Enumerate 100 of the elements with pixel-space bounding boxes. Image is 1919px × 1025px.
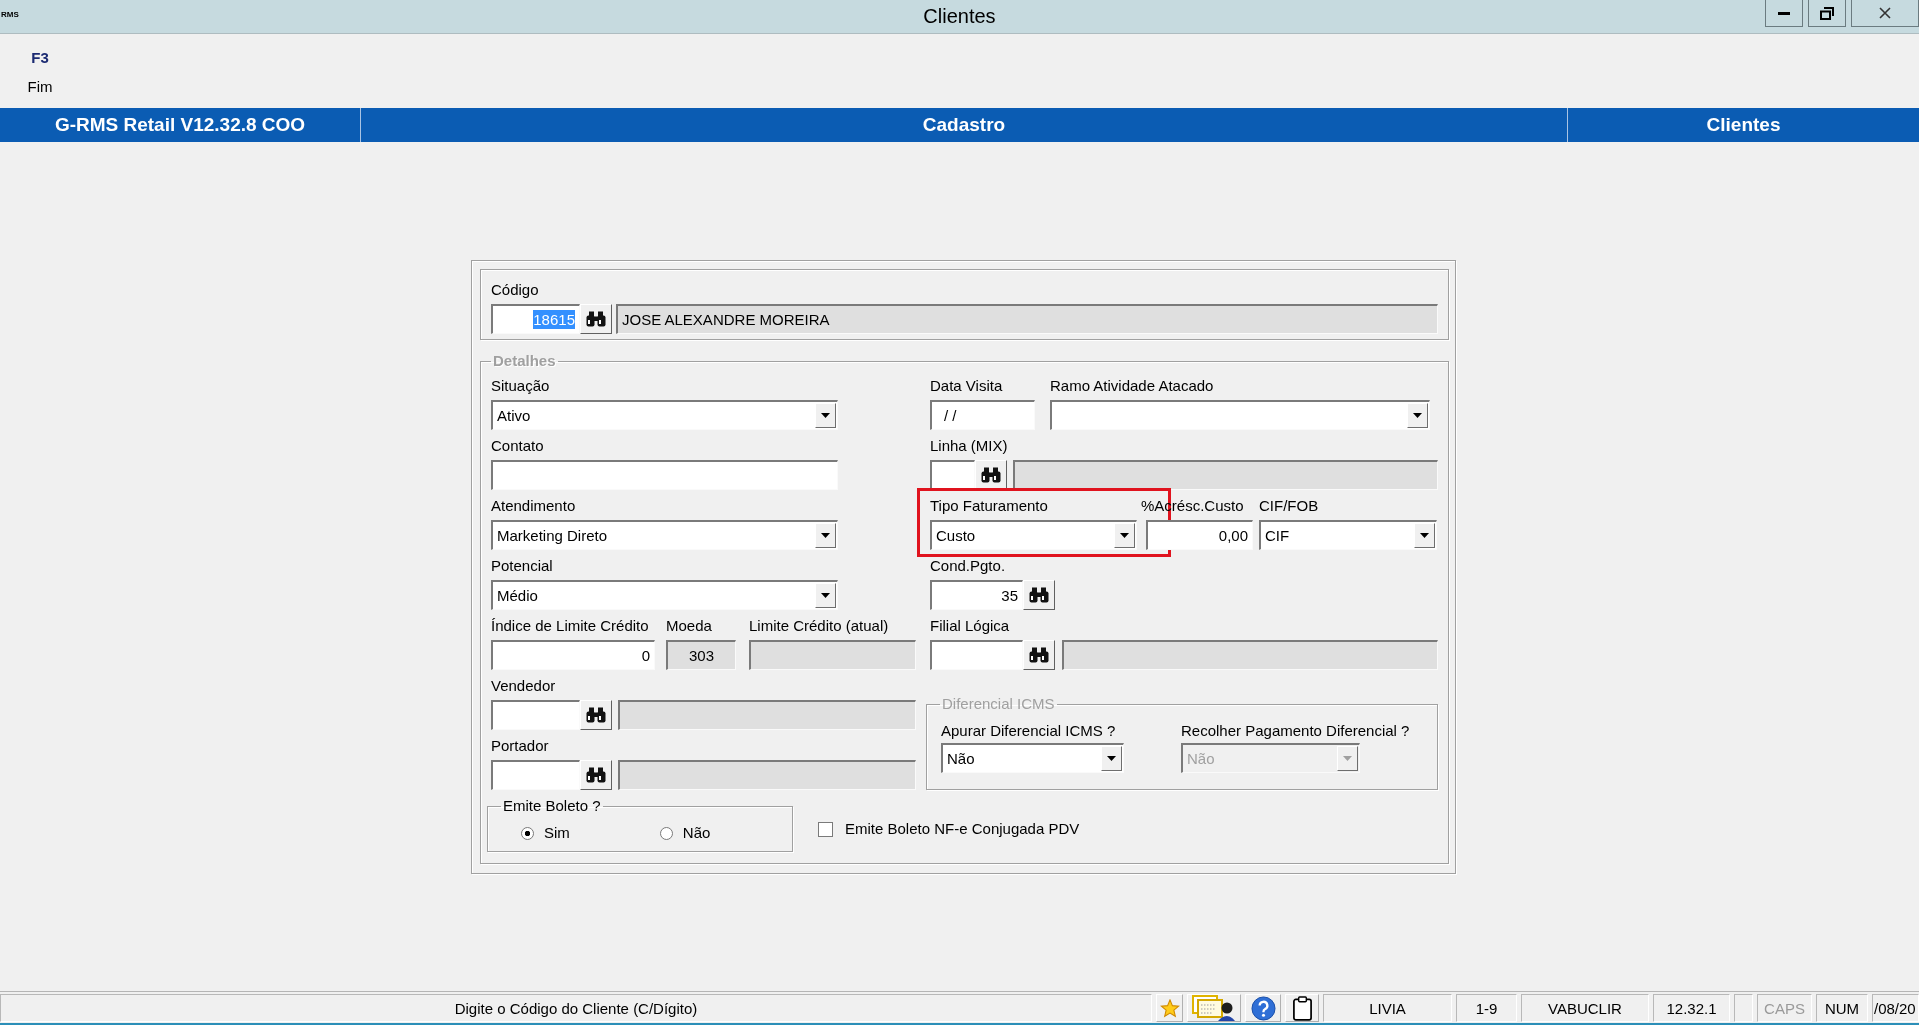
field-label: Apurar Diferencial ICMS ? bbox=[941, 722, 1116, 740]
code-field[interactable] bbox=[491, 700, 580, 730]
close-button[interactable] bbox=[1851, 0, 1919, 27]
field-label: Cond.Pgto. bbox=[930, 557, 1006, 575]
caret-icon bbox=[1120, 533, 1129, 538]
binoculars-icon bbox=[981, 467, 1001, 483]
key-indicator: NUM bbox=[1824, 999, 1860, 1017]
field-label: Linha (MIX) bbox=[930, 437, 1008, 455]
dropdown-button[interactable] bbox=[1414, 523, 1435, 548]
text-field[interactable]: / / bbox=[930, 400, 1035, 430]
dropdown-button[interactable] bbox=[815, 403, 836, 428]
radio-button[interactable] bbox=[521, 826, 534, 840]
status-text: LIVIA bbox=[1369, 999, 1406, 1017]
minimize-button[interactable] bbox=[1765, 0, 1803, 27]
radio-button[interactable] bbox=[659, 826, 673, 840]
group-title: Diferencial ICMS bbox=[941, 695, 1056, 713]
function-key-button[interactable]: F3 Fim bbox=[20, 49, 60, 108]
caret-icon bbox=[1413, 413, 1422, 418]
status-text: VABUCLIR bbox=[1548, 999, 1622, 1017]
key-indicator: CAPS bbox=[1764, 999, 1805, 1017]
code-field[interactable] bbox=[930, 460, 975, 490]
restore-icon bbox=[1820, 6, 1834, 20]
dropdown-button[interactable] bbox=[815, 583, 836, 608]
clipboard-button[interactable] bbox=[1285, 994, 1319, 1022]
binoculars-icon bbox=[586, 707, 606, 723]
field-label: Situação bbox=[491, 377, 550, 395]
module-name: Cadastro bbox=[922, 114, 1006, 136]
field-label: Limite Crédito (atual) bbox=[749, 617, 889, 635]
help-button[interactable] bbox=[1245, 994, 1281, 1022]
binoculars-icon bbox=[586, 767, 606, 783]
favorites-button[interactable] bbox=[1156, 994, 1183, 1022]
search-button[interactable] bbox=[975, 460, 1007, 490]
search-button[interactable] bbox=[580, 700, 612, 730]
field-label: Índice de Limite Crédito bbox=[491, 617, 649, 635]
field-label: Moeda bbox=[666, 617, 712, 635]
status-message: Digite o Código do Cliente (C/Dígito) bbox=[454, 999, 698, 1017]
restore-button[interactable] bbox=[1808, 0, 1846, 27]
search-button[interactable] bbox=[580, 760, 612, 790]
caret-icon bbox=[821, 593, 830, 598]
dropdown[interactable]: Não bbox=[941, 743, 1124, 773]
caret-icon bbox=[1107, 756, 1116, 761]
dropdown[interactable] bbox=[1050, 400, 1430, 430]
field-label: Contato bbox=[491, 437, 544, 455]
close-icon bbox=[1879, 7, 1891, 19]
number-field[interactable]: 0,00 bbox=[1146, 520, 1253, 550]
field-label: Código bbox=[491, 281, 539, 299]
field-label: Data Visita bbox=[930, 377, 1003, 395]
dropdown[interactable]: Ativo bbox=[491, 400, 838, 430]
radio-option[interactable]: Não bbox=[659, 824, 711, 842]
binoculars-icon bbox=[1029, 587, 1049, 603]
field-label: Portador bbox=[491, 737, 549, 755]
dropdown[interactable]: Médio bbox=[491, 580, 838, 610]
checkbox-option[interactable]: Emite Boleto NF-e Conjugada PDV bbox=[818, 820, 1080, 838]
dropdown-button[interactable] bbox=[1101, 746, 1122, 771]
caret-icon bbox=[821, 533, 830, 538]
help-icon bbox=[1250, 995, 1276, 1021]
window-title: Clientes bbox=[923, 4, 996, 29]
group-title: Detalhes bbox=[492, 352, 557, 370]
group-title: Emite Boleto ? bbox=[502, 797, 602, 815]
number-field[interactable]: 0 bbox=[491, 640, 655, 670]
dropdown-button[interactable] bbox=[1114, 523, 1135, 548]
clipboard-icon bbox=[1291, 995, 1313, 1021]
window-person-icon bbox=[1192, 995, 1236, 1021]
field-label: Tipo Faturamento bbox=[930, 497, 1048, 515]
code-field[interactable] bbox=[930, 640, 1023, 670]
dropdown[interactable]: Marketing Direto bbox=[491, 520, 838, 550]
dropdown-button[interactable] bbox=[1407, 403, 1428, 428]
system-name: G-RMS Retail V12.32.8 COO bbox=[54, 114, 306, 136]
caret-icon bbox=[1343, 756, 1352, 761]
search-button[interactable] bbox=[1023, 580, 1055, 610]
minimize-icon bbox=[1778, 11, 1790, 15]
field-label: Recolher Pagamento Diferencial ? bbox=[1181, 722, 1410, 740]
dropdown[interactable]: Custo bbox=[930, 520, 1137, 550]
dropdown-button[interactable] bbox=[815, 523, 836, 548]
dropdown[interactable]: CIF bbox=[1259, 520, 1437, 550]
status-text: 12.32.1 bbox=[1666, 999, 1717, 1017]
customer-name-field: JOSE ALEXANDRE MOREIRA bbox=[616, 304, 1438, 334]
checkbox[interactable] bbox=[818, 821, 833, 837]
radio-option[interactable]: Sim bbox=[521, 824, 570, 842]
caret-icon bbox=[1420, 533, 1429, 538]
text-field[interactable] bbox=[491, 460, 838, 490]
user-window-button[interactable] bbox=[1187, 994, 1241, 1022]
search-button[interactable] bbox=[1023, 640, 1055, 670]
readonly-field: 303 bbox=[666, 640, 736, 670]
field-label: Atendimento bbox=[491, 497, 576, 515]
code-field[interactable]: 35 bbox=[930, 580, 1023, 610]
status-date: /08/20 bbox=[1874, 999, 1916, 1017]
star-icon bbox=[1159, 998, 1180, 1018]
status-text: 1-9 bbox=[1475, 999, 1498, 1017]
selected-text: 18615 bbox=[533, 310, 575, 329]
screen-name: Clientes bbox=[1706, 114, 1781, 136]
search-button[interactable] bbox=[580, 304, 612, 334]
field-label: Potencial bbox=[491, 557, 553, 575]
app-logo: RMS bbox=[1, 10, 19, 19]
status-panel bbox=[1734, 994, 1753, 1022]
code-field[interactable] bbox=[491, 760, 580, 790]
binoculars-icon bbox=[586, 311, 606, 327]
field-label: Filial Lógica bbox=[930, 617, 1010, 635]
field-label: Vendedor bbox=[491, 677, 556, 695]
binoculars-icon bbox=[1029, 647, 1049, 663]
